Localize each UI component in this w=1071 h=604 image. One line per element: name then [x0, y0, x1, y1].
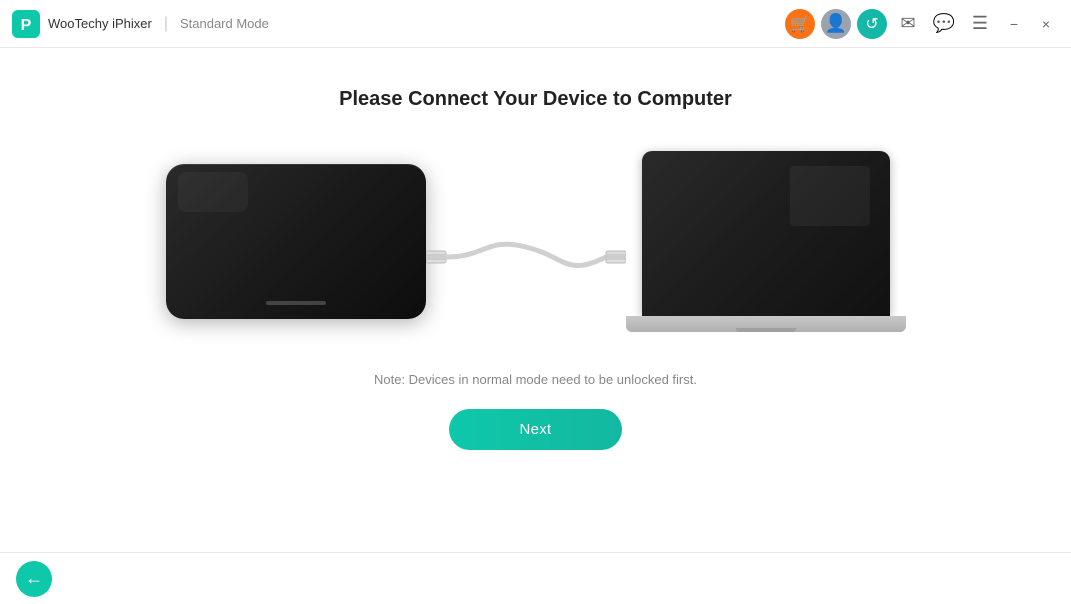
- titlebar-icons: 🛒 👤 ↺ ✉ 💬 ☰ − ×: [785, 9, 1059, 39]
- close-button[interactable]: ×: [1033, 11, 1059, 37]
- svg-text:P: P: [21, 17, 32, 34]
- mail-icon[interactable]: ✉: [893, 9, 923, 39]
- titlebar: P WooTechy iPhixer | Standard Mode 🛒 👤 ↺…: [0, 0, 1071, 48]
- app-name: WooTechy iPhixer: [48, 16, 152, 31]
- app-logo: P: [12, 10, 40, 38]
- menu-icon[interactable]: ☰: [965, 9, 995, 39]
- next-button[interactable]: Next: [449, 409, 621, 450]
- user-icon[interactable]: 👤: [821, 9, 851, 39]
- chat-icon[interactable]: 💬: [929, 9, 959, 39]
- note-text: Note: Devices in normal mode need to be …: [374, 372, 697, 387]
- phone-illustration: [166, 164, 426, 319]
- device-illustration: [166, 151, 906, 332]
- mode-label: Standard Mode: [180, 16, 269, 31]
- main-content: Please Connect Your Device to Computer N…: [0, 48, 1071, 552]
- laptop-screen: [642, 151, 890, 316]
- back-arrow-icon: ←: [25, 568, 43, 589]
- minimize-button[interactable]: −: [1001, 11, 1027, 37]
- update-icon[interactable]: ↺: [857, 9, 887, 39]
- bottom-bar: ←: [0, 552, 1071, 604]
- cable-illustration: [426, 217, 626, 297]
- laptop-illustration: [626, 151, 906, 332]
- laptop-base: [626, 316, 906, 332]
- page-title: Please Connect Your Device to Computer: [339, 88, 732, 111]
- cart-icon[interactable]: 🛒: [785, 9, 815, 39]
- back-button[interactable]: ←: [16, 561, 52, 597]
